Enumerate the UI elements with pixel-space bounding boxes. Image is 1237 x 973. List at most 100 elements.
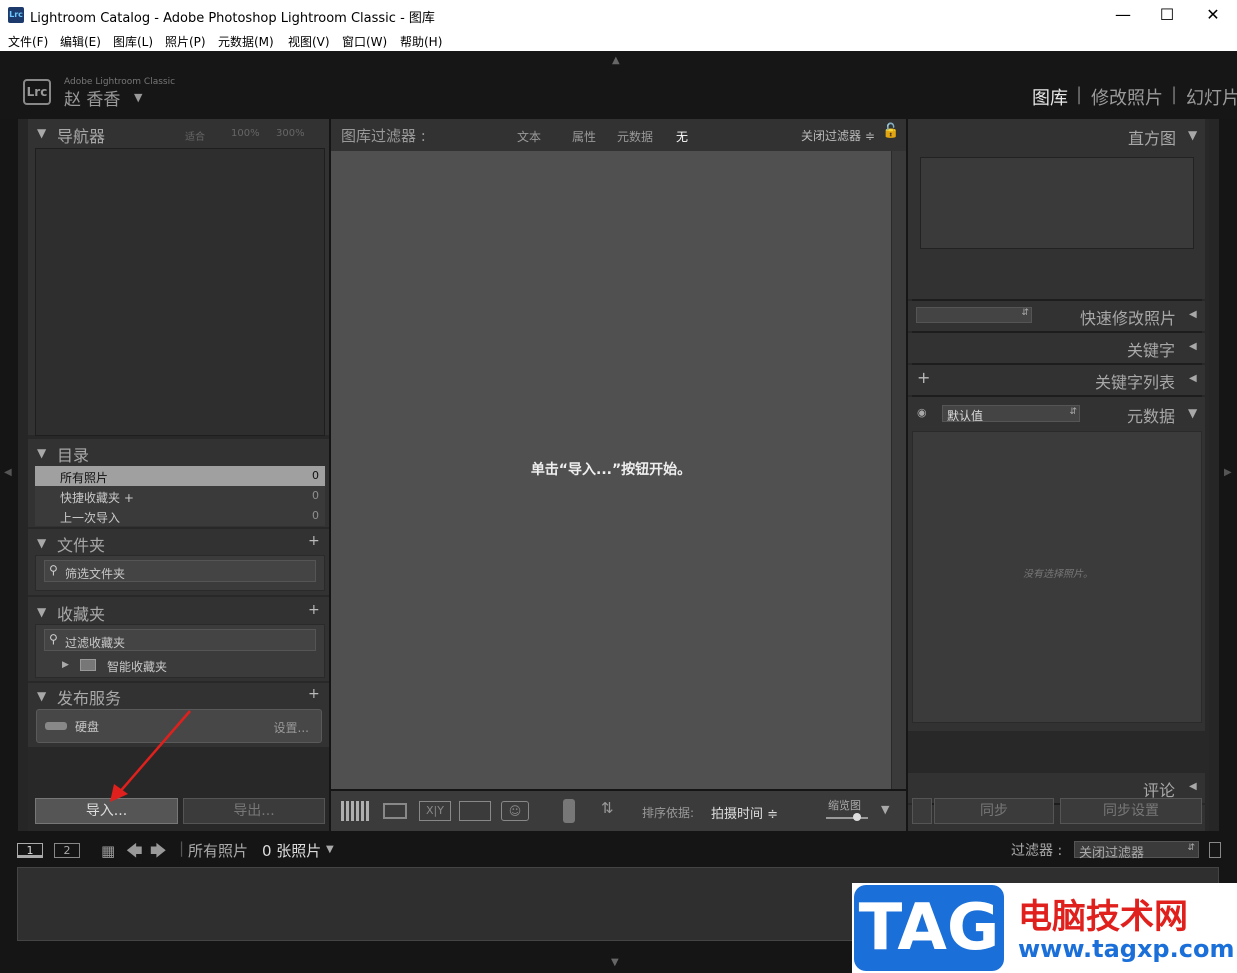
catalog-item-last[interactable]: 上一次导入 0 xyxy=(35,506,325,526)
eye-icon[interactable]: ◉ xyxy=(917,406,927,419)
add-publish-icon[interactable]: + xyxy=(308,686,320,702)
watermark-site-name: 电脑技术网 xyxy=(1018,897,1188,937)
filter-text[interactable]: 文本 xyxy=(517,128,541,145)
filter-attribute[interactable]: 属性 xyxy=(572,128,596,145)
collapse-top-icon[interactable]: ▲ xyxy=(612,55,620,66)
quick-develop-title[interactable]: 快速修改照片 xyxy=(1080,305,1176,329)
catalog-item-label: 上一次导入 xyxy=(60,511,121,525)
collection-search-input[interactable]: ⚲ 过滤收藏夹 xyxy=(44,629,316,651)
collapse-right-icon[interactable]: ▶ xyxy=(1224,467,1232,478)
catalog-item-quick[interactable]: 快捷收藏夹 + 0 xyxy=(35,486,325,506)
export-button[interactable]: 导出... xyxy=(183,798,325,824)
navigator-title[interactable]: 导航器 xyxy=(57,123,105,147)
metadata-preset-value: 默认值 xyxy=(947,409,984,423)
filmstrip-bar: 1 2 ▦ 🡄 🡆 | 所有照片 0 张照片 ▼ 过滤器 : 关闭过滤器 ⇵ xyxy=(0,835,1237,863)
window-title: Lightroom Catalog - Adobe Photoshop Ligh… xyxy=(30,11,435,26)
grid-view[interactable]: 单击“导入...”按钮开始。 xyxy=(331,151,906,789)
filter-none[interactable]: 无 xyxy=(676,128,688,145)
window-2-button[interactable]: 2 xyxy=(54,843,80,858)
thumbnail-size-label: 缩览图 xyxy=(828,799,861,812)
lock-icon[interactable]: 🔓 xyxy=(882,123,899,139)
grid-toolbar: X|Y ☺ ⇅ 排序依据: 拍摄时间 ≑ 缩览图 ▼ xyxy=(331,791,906,831)
loupe-view-icon[interactable] xyxy=(383,803,407,819)
histogram-display xyxy=(920,157,1194,249)
menu-file[interactable]: 文件(F) xyxy=(8,33,48,50)
expand-icon[interactable]: ▶ xyxy=(62,660,69,670)
folders-title[interactable]: 文件夹 xyxy=(57,532,105,556)
window-1-button[interactable]: 1 xyxy=(17,843,43,858)
minimize-icon[interactable]: — xyxy=(1100,0,1146,30)
filter-preset-select[interactable]: 关闭过滤器 ≑ xyxy=(801,127,875,144)
filter-lock-switch[interactable] xyxy=(1209,842,1221,858)
add-collection-icon[interactable]: + xyxy=(308,602,320,618)
menu-photo[interactable]: 照片(P) xyxy=(165,33,206,50)
zoom-100[interactable]: 100% xyxy=(231,128,260,139)
folders-panel: ▼ 文件夹 + ⚲ 筛选文件夹 xyxy=(28,529,329,595)
people-view-icon[interactable]: ☺ xyxy=(501,801,529,821)
sync-settings-button[interactable]: 同步设置 xyxy=(1060,798,1202,824)
folder-search-placeholder: 筛选文件夹 xyxy=(65,567,126,581)
forward-arrow-icon[interactable]: 🡆 xyxy=(150,840,167,867)
module-slideshow[interactable]: 幻灯片 xyxy=(1186,84,1237,110)
filmstrip-filter-value: 关闭过滤器 xyxy=(1079,846,1145,861)
histogram-title[interactable]: 直方图 xyxy=(1128,125,1176,149)
keywording-title[interactable]: 关键字 xyxy=(1127,337,1175,361)
menu-help[interactable]: 帮助(H) xyxy=(400,33,442,50)
sort-direction-icon[interactable]: ⇅ xyxy=(601,799,614,817)
painter-icon[interactable] xyxy=(563,799,575,823)
smart-collection-label[interactable]: 智能收藏夹 xyxy=(107,658,167,675)
menu-view[interactable]: 视图(V) xyxy=(288,33,330,50)
hard-drive-icon xyxy=(45,722,67,730)
module-develop[interactable]: 修改照片 xyxy=(1091,84,1163,110)
filmstrip-count: 0 张照片 xyxy=(262,842,322,860)
sync-button[interactable]: 同步 xyxy=(934,798,1054,824)
catalog-item-all[interactable]: 所有照片 0 xyxy=(35,466,325,486)
filmstrip-source[interactable]: 所有照片 xyxy=(188,840,248,861)
back-arrow-icon[interactable]: 🡄 xyxy=(126,840,143,867)
sort-select[interactable]: 拍摄时间 ≑ xyxy=(711,803,778,822)
metadata-preset-select[interactable]: 默认值 ⇵ xyxy=(942,405,1080,423)
keyword-list-title[interactable]: 关键字列表 xyxy=(1095,369,1175,393)
collapse-bottom-icon[interactable]: ▼ xyxy=(611,957,619,968)
maximize-icon[interactable]: ☐ xyxy=(1144,0,1190,30)
toolbar-menu-icon[interactable]: ▼ xyxy=(881,803,889,816)
thumbnail-slider[interactable] xyxy=(826,817,868,819)
folder-search-input[interactable]: ⚲ 筛选文件夹 xyxy=(44,560,316,582)
filmstrip-filter-select[interactable]: 关闭过滤器 ⇵ xyxy=(1074,841,1199,861)
identity-dropdown-icon[interactable]: ▼ xyxy=(134,91,142,104)
catalog-title[interactable]: 目录 xyxy=(57,442,89,466)
collections-panel: ▼ 收藏夹 + ⚲ 过滤收藏夹 ▶ 智能收藏夹 xyxy=(28,597,329,681)
grid-scrollbar[interactable] xyxy=(891,151,906,789)
filter-bar-title: 图库过滤器 : xyxy=(341,127,426,145)
add-folder-icon[interactable]: + xyxy=(308,533,320,549)
filter-metadata[interactable]: 元数据 xyxy=(617,128,653,145)
module-library[interactable]: 图库 xyxy=(1032,84,1068,110)
menu-metadata[interactable]: 元数据(M) xyxy=(218,33,274,50)
hard-drive-label: 硬盘 xyxy=(75,720,100,734)
close-icon[interactable]: ✕ xyxy=(1190,0,1236,30)
collection-search-placeholder: 过滤收藏夹 xyxy=(65,636,126,650)
menu-library[interactable]: 图库(L) xyxy=(113,33,153,50)
menu-window[interactable]: 窗口(W) xyxy=(342,33,387,50)
saved-preset-select[interactable]: ⇵ xyxy=(916,307,1032,323)
metadata-title[interactable]: 元数据 xyxy=(1127,403,1175,427)
zoom-300[interactable]: 300% xyxy=(276,128,305,139)
search-icon: ⚲ xyxy=(49,632,58,646)
menu-edit[interactable]: 编辑(E) xyxy=(60,33,101,50)
collections-title[interactable]: 收藏夹 xyxy=(57,601,105,625)
thumbnail-slider-handle[interactable] xyxy=(853,813,861,821)
collapse-left-icon[interactable]: ◀ xyxy=(4,467,12,478)
navigator-preview[interactable] xyxy=(35,148,325,436)
quick-develop-panel: ⇵ 快速修改照片 ◀ xyxy=(908,301,1205,331)
publish-settings[interactable]: 设置... xyxy=(274,719,309,736)
catalog-item-label: 所有照片 xyxy=(60,471,109,485)
source-dropdown-icon[interactable]: ▼ xyxy=(326,844,334,855)
compare-view-icon[interactable]: X|Y xyxy=(419,801,451,821)
grid-icon[interactable]: ▦ xyxy=(101,842,115,860)
zoom-fit[interactable]: 适合 xyxy=(185,128,205,143)
grid-view-icon[interactable] xyxy=(341,801,369,821)
survey-view-icon[interactable] xyxy=(459,801,491,821)
auto-sync-toggle[interactable] xyxy=(912,798,932,824)
add-keyword-icon[interactable]: + xyxy=(917,368,930,387)
empty-message: 单击“导入...”按钮开始。 xyxy=(530,462,692,478)
